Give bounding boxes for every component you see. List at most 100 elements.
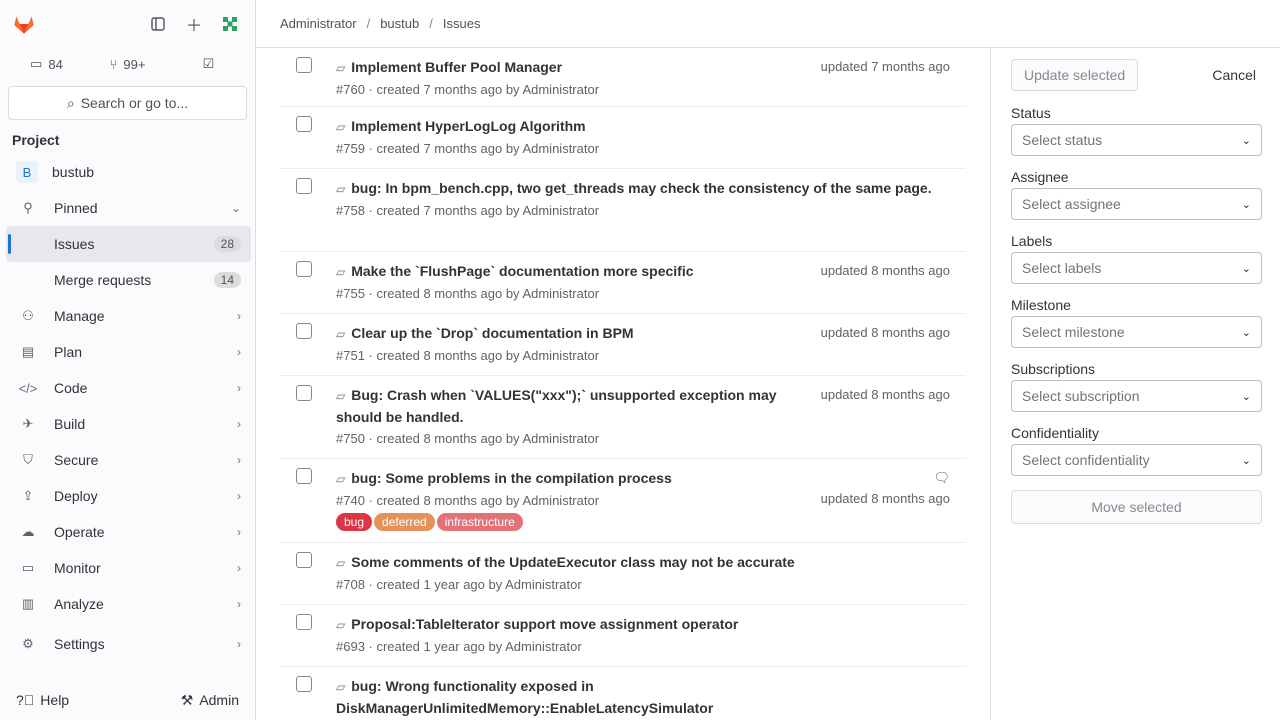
assignee-select[interactable]: Select assignee ⌄ (1011, 188, 1262, 220)
issue-type-icon: ▱ (336, 556, 346, 570)
sidebar-item-operate[interactable]: ☁ Operate › (6, 514, 251, 550)
sidebar-item-issues[interactable]: Issues 28 (6, 226, 251, 262)
deployments-icon: ⇪ (22, 488, 34, 503)
issue-type-icon: ▱ (336, 61, 346, 75)
comments-icon[interactable]: 🗨 (780, 470, 950, 491)
admin-button[interactable]: ⚒ Admin (175, 688, 245, 713)
monitor-icon: ▭ (21, 560, 35, 575)
breadcrumb-item[interactable]: Administrator (280, 16, 357, 31)
issue-updated: updated 8 months ago (820, 325, 950, 340)
chart-icon: ▥ (21, 596, 35, 611)
issue-checkbox[interactable] (296, 385, 312, 401)
chevron-right-icon: › (237, 637, 241, 651)
status-select[interactable]: Select status ⌄ (1011, 124, 1262, 156)
confidentiality-select[interactable]: Select confidentiality ⌄ (1011, 444, 1262, 476)
issue-checkbox[interactable] (296, 676, 312, 692)
sidebar-item-analyze[interactable]: ▥ Analyze › (6, 586, 251, 622)
search-button[interactable]: ⌕ Search or go to... (8, 86, 247, 120)
issue-title-link[interactable]: Proposal:TableIterator support move assi… (351, 616, 738, 632)
issue-checkbox[interactable] (296, 116, 312, 132)
project-avatar: B (16, 161, 38, 183)
sidebar-item-label: Monitor (54, 560, 101, 576)
create-new-icon[interactable]: ＋ (177, 8, 211, 40)
admin-icon: ⚒ (180, 691, 194, 708)
labels-select[interactable]: Select labels ⌄ (1011, 252, 1262, 284)
label-badge[interactable]: bug (336, 513, 373, 531)
sidebar-item-monitor[interactable]: ▭ Monitor › (6, 550, 251, 586)
cancel-button[interactable]: Cancel (1206, 60, 1262, 90)
issue-meta: #740 · created 8 months ago by Administr… (336, 493, 600, 508)
subscription-select[interactable]: Select subscription ⌄ (1011, 380, 1262, 412)
sidebar-item-deploy[interactable]: ⇪ Deploy › (6, 478, 251, 514)
issue-checkbox[interactable] (296, 178, 312, 194)
issue-title-link[interactable]: bug: Wrong functionality exposed in Disk… (336, 678, 713, 716)
users-icon: ⚇ (22, 308, 34, 323)
breadcrumb-item[interactable]: Issues (443, 16, 481, 31)
issue-checkbox[interactable] (296, 323, 312, 339)
chevron-down-icon: ⌄ (230, 201, 241, 215)
issue-title-link[interactable]: Clear up the `Drop` documentation in BPM (351, 325, 633, 341)
issue-type-icon: ▱ (336, 618, 346, 632)
list-item[interactable]: ▱ bug: Wrong functionality exposed in Dis… (280, 667, 966, 720)
milestone-label: Milestone (1011, 297, 1071, 313)
merge-requests-counter[interactable]: ⑂ 99+ (89, 49, 166, 79)
sidebar-item-code[interactable]: </> Code › (6, 370, 251, 406)
issue-title-link[interactable]: Implement HyperLogLog Algorithm (351, 118, 585, 134)
gitlab-logo-icon[interactable] (8, 8, 40, 40)
sidebar-item-build[interactable]: ✈ Build › (6, 406, 251, 442)
update-selected-button[interactable]: Update selected (1011, 59, 1139, 91)
issue-checkbox[interactable] (296, 57, 312, 73)
breadcrumb-item[interactable]: bustub (380, 16, 419, 31)
todo-counter[interactable]: ☑ (170, 49, 247, 79)
sidebar-item-plan[interactable]: ▤ Plan › (6, 334, 251, 370)
labels-label: Labels (1011, 233, 1053, 249)
chevron-down-icon: ⌄ (1241, 198, 1251, 211)
sidebar-item-manage[interactable]: ⚇ Manage › (6, 298, 251, 334)
issue-title-link[interactable]: Bug: Crash when `VALUES("xxx");` unsuppo… (336, 387, 777, 425)
chevron-down-icon: ⌄ (1241, 454, 1251, 467)
sidebar-item-secure[interactable]: ⛉ Secure › (6, 442, 251, 478)
list-item: ▱ Proposal:TableIterator support move ass… (280, 605, 966, 667)
issue-title-link[interactable]: Some comments of the UpdateExecutor clas… (351, 554, 794, 570)
sidebar-item-pinned[interactable]: ⚲ Pinned ⌄ (6, 190, 251, 226)
gear-icon: ⚙ (22, 636, 34, 651)
sidebar-top: ＋ (0, 0, 255, 48)
issue-type-icon: ▱ (336, 389, 346, 403)
breadcrumb-separator: / (429, 16, 433, 31)
user-avatar-icon[interactable] (213, 8, 247, 40)
issues-counter[interactable]: ▭ 84 (8, 49, 85, 79)
merge-request-icon: ⑂ (109, 56, 118, 72)
issue-updated: updated 8 months ago (820, 263, 950, 278)
sidebar-toggle-icon[interactable] (141, 8, 175, 40)
assignee-label: Assignee (1011, 169, 1069, 185)
issue-title-link[interactable]: Make the `FlushPage` documentation more … (351, 263, 693, 279)
issue-meta: #755 · created 8 months ago by Administr… (336, 286, 600, 301)
issue-checkbox[interactable] (296, 468, 312, 484)
issue-checkbox[interactable] (296, 552, 312, 568)
sidebar-item-label: Deploy (54, 488, 98, 504)
label-badge[interactable]: infrastructure (436, 513, 523, 531)
move-selected-button[interactable]: Move selected (1011, 490, 1262, 524)
issue-meta: #693 · created 1 year ago by Administrat… (336, 639, 582, 654)
list-item: ▱ Implement Buffer Pool Manager #760 · cr… (280, 48, 966, 107)
issue-title-link[interactable]: bug: Some problems in the compilation pr… (351, 470, 672, 486)
issue-title-link[interactable]: bug: In bpm_bench.cpp, two get_threads m… (351, 180, 931, 196)
help-button[interactable]: ?⃝ Help (10, 688, 75, 712)
list-item: ▱ Make the `FlushPage` documentation more… (280, 252, 966, 314)
sidebar-item-project[interactable]: B bustub (6, 154, 251, 190)
list-item: ▱ Bug: Crash when `VALUES("xxx");` unsupp… (280, 376, 966, 459)
label-badge[interactable]: deferred (374, 513, 435, 531)
issue-checkbox[interactable] (296, 261, 312, 277)
issue-checkbox[interactable] (296, 614, 312, 630)
sidebar-item-settings[interactable]: ⚙ Settings › (6, 626, 251, 662)
issue-type-icon: ▱ (336, 120, 346, 134)
sidebar-item-label: Merge requests (54, 272, 152, 288)
issue-title-link[interactable]: Implement Buffer Pool Manager (351, 59, 562, 75)
help-icon: ?⃝ (16, 692, 35, 708)
sidebar-item-merge-requests[interactable]: Merge requests 14 (6, 262, 251, 298)
sidebar-item-label: Plan (54, 344, 83, 360)
chevron-right-icon: › (237, 597, 241, 611)
chevron-down-icon: ⌄ (1241, 262, 1251, 275)
issue-meta: #758 · created 7 months ago by Administr… (336, 203, 600, 218)
milestone-select[interactable]: Select milestone ⌄ (1011, 316, 1262, 348)
